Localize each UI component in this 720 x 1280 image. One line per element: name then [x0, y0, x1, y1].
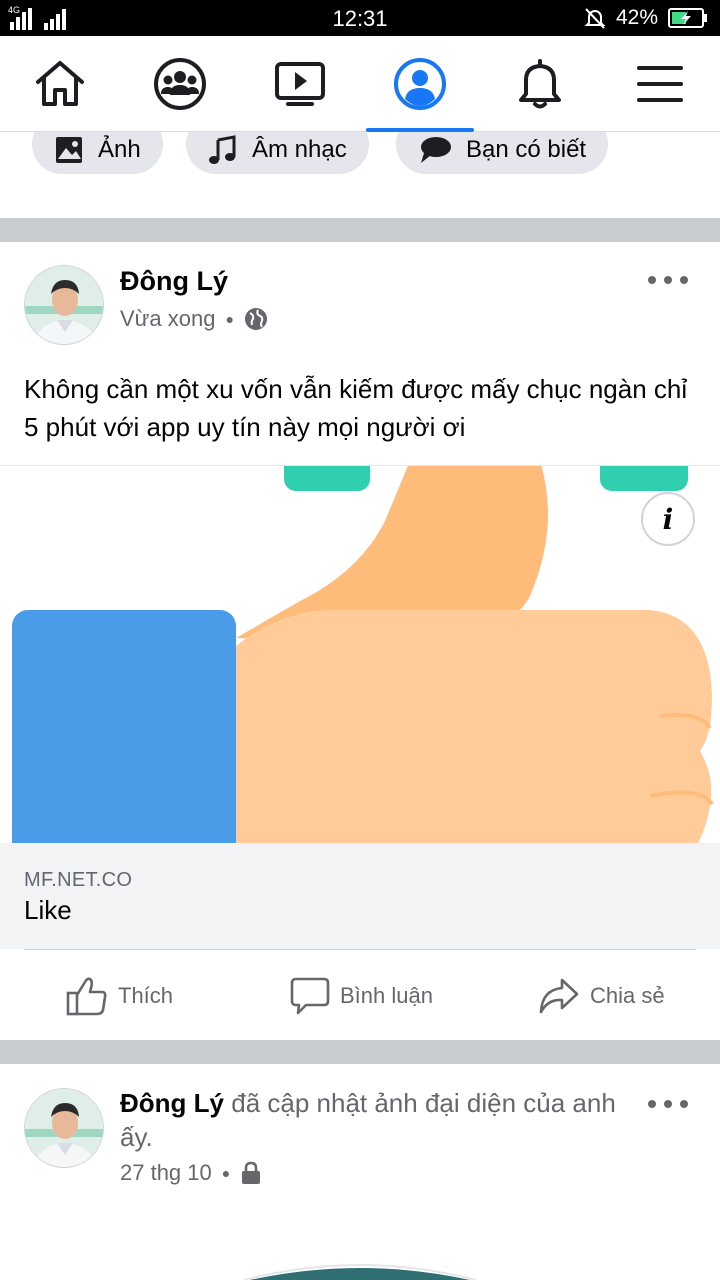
nav-menu[interactable]	[600, 36, 720, 132]
globe-icon	[244, 308, 267, 330]
groups-icon	[154, 58, 206, 110]
chip-music[interactable]: Âm nhạc	[186, 132, 369, 174]
post-author-name[interactable]: Đông Lý	[120, 266, 228, 297]
comment-label: Bình luận	[340, 983, 433, 1008]
home-icon	[36, 61, 84, 106]
post-author-name[interactable]: Đông Lý	[120, 1088, 224, 1118]
meta-dot: ●	[225, 311, 234, 327]
post-meta: Vừa xong ●	[120, 306, 268, 332]
bell-icon	[519, 59, 561, 109]
nav-groups[interactable]	[120, 36, 240, 132]
chip-music-label: Âm nhạc	[252, 136, 347, 163]
post-meta: 27 thg 10 ●	[120, 1160, 262, 1186]
comment-button[interactable]: Bình luận	[290, 974, 433, 1018]
info-button[interactable]: i	[641, 492, 695, 546]
nav-watch[interactable]	[240, 36, 360, 132]
nav-home[interactable]	[0, 36, 120, 132]
share-icon	[539, 978, 579, 1014]
post-timestamp[interactable]: 27 thg 10	[120, 1160, 212, 1186]
author-avatar[interactable]	[24, 265, 104, 345]
link-title: Like	[24, 895, 72, 925]
meta-dot: ●	[221, 1165, 231, 1181]
post-headline: Đông Lý đã cập nhật ảnh đại diện của anh…	[120, 1086, 640, 1154]
dot	[664, 276, 672, 284]
nav-notifications[interactable]	[480, 36, 600, 132]
chip-photos-label: Ảnh	[98, 136, 141, 163]
top-navigation	[0, 36, 720, 132]
lock-icon	[242, 1161, 261, 1184]
thumbs-up-icon	[66, 977, 107, 1016]
thumbs-up-illustration	[12, 466, 714, 843]
author-avatar[interactable]	[24, 1088, 104, 1168]
like-button[interactable]: Thích	[66, 974, 173, 1018]
chip-photos[interactable]: Ảnh	[32, 132, 163, 174]
mute-bell-icon	[584, 8, 606, 29]
dot	[680, 1100, 688, 1108]
feed-separator	[0, 1040, 720, 1064]
status-right: 42%	[584, 6, 708, 30]
post-options-button[interactable]	[648, 270, 688, 290]
battery-charging-icon	[668, 8, 707, 28]
profile-photo-preview	[243, 1264, 477, 1280]
dot	[680, 276, 688, 284]
dot	[664, 1100, 672, 1108]
music-icon	[209, 135, 236, 164]
link-preview-caption[interactable]: MF.NET.CO Like	[0, 843, 720, 949]
avatar-photo	[25, 1089, 103, 1167]
like-label: Thích	[118, 983, 174, 1008]
avatar-photo	[25, 266, 103, 344]
dot	[648, 276, 656, 284]
watch-icon	[275, 62, 325, 106]
post-text: Không cần một xu vốn vẫn kiếm được mấy c…	[24, 374, 688, 442]
post-timestamp[interactable]: Vừa xong	[120, 306, 215, 332]
post-options-button[interactable]	[648, 1094, 688, 1114]
battery-percent: 42%	[615, 6, 658, 29]
share-label: Chia sẻ	[590, 983, 665, 1008]
photo-icon	[56, 137, 82, 163]
chip-did-you-know-label: Bạn có biết	[466, 136, 587, 163]
status-bar: 4G 12:31 42%	[0, 0, 720, 36]
feed-separator	[0, 218, 720, 242]
comment-icon	[290, 977, 330, 1015]
profile-chips: Ảnh Âm nhạc Bạn có biết	[0, 132, 720, 218]
post-actions: Thích Bình luận Chia sẻ	[0, 950, 720, 1040]
dot	[648, 1100, 656, 1108]
profile-icon	[394, 58, 446, 110]
chip-did-you-know[interactable]: Bạn có biết	[396, 132, 609, 174]
link-domain: MF.NET.CO	[24, 869, 133, 891]
menu-icon	[637, 66, 683, 102]
link-preview-image[interactable]: i	[0, 465, 720, 843]
share-button[interactable]: Chia sẻ	[538, 974, 665, 1018]
speech-bubble-icon	[421, 137, 451, 163]
nav-profile[interactable]	[360, 36, 480, 132]
